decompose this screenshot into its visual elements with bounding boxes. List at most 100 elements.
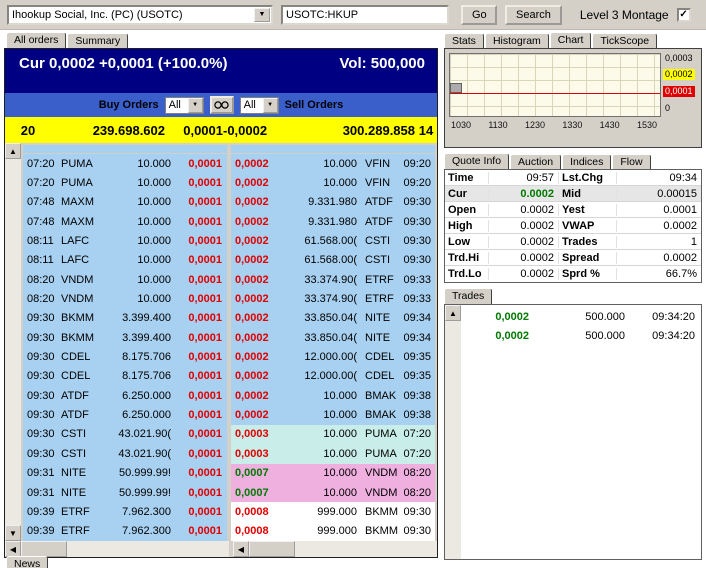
- sell-order[interactable]: 0,0008999.000BKMM09:30: [231, 502, 435, 521]
- tab-chart[interactable]: Chart: [550, 32, 592, 48]
- sell-order[interactable]: 0,00029.331.980ATDF09:30: [231, 193, 435, 212]
- sell-hscrollbar[interactable]: ◀: [233, 541, 437, 557]
- buy-order[interactable]: 09:30ATDF6.250.0000,0001: [23, 405, 227, 424]
- scrollbar-track[interactable]: [445, 321, 461, 559]
- tab-stats[interactable]: Stats: [444, 33, 484, 48]
- trade-row[interactable]: 0,0002500.00009:34:20: [461, 326, 701, 345]
- order-row[interactable]: 09:39ETRF7.962.3000,00010,0008999.000BKM…: [23, 522, 437, 541]
- scroll-left-icon[interactable]: ◀: [5, 541, 21, 557]
- order-row[interactable]: 09:31NITE50.999.99!0,00010,000710.000VND…: [23, 464, 437, 483]
- buy-order[interactable]: 08:11LAFC10.0000,0001: [23, 231, 227, 250]
- sell-order[interactable]: 0,000210.000BMAK09:38: [231, 405, 435, 424]
- scroll-up-icon[interactable]: ▲: [5, 143, 21, 159]
- sell-order[interactable]: 0,000212.000.00(CDEL09:35: [231, 367, 435, 386]
- sell-order[interactable]: 0,000212.000.00(CDEL09:35: [231, 347, 435, 366]
- chevron-down-icon[interactable]: ▼: [254, 8, 270, 22]
- buy-order[interactable]: 09:30CSTI43.021.90(0,0001: [23, 444, 227, 463]
- sell-order[interactable]: 0,000261.568.00(CSTI09:30: [231, 251, 435, 270]
- buy-order[interactable]: 09:30BKMM3.399.4000,0001: [23, 328, 227, 347]
- buy-order[interactable]: 09:30CDEL8.175.7060,0001: [23, 347, 227, 366]
- tab-quote-info[interactable]: Quote Info: [444, 153, 509, 169]
- sell-order[interactable]: 0,0008999.000BKMM09:30: [231, 522, 435, 541]
- buy-order[interactable]: 09:30CSTI43.021.90(0,0001: [23, 425, 227, 444]
- buy-order[interactable]: 09:30BKMM3.399.4000,0001: [23, 309, 227, 328]
- scrollbar-track[interactable]: [295, 541, 437, 557]
- order-row[interactable]: 07:20PUMA10.0000,00010,000210.000VFIN09:…: [23, 154, 437, 173]
- chevron-down-icon[interactable]: ▼: [263, 98, 278, 113]
- buy-order[interactable]: 07:20PUMA10.0000,0001: [23, 154, 227, 173]
- buy-order[interactable]: 09:39ETRF7.962.3000,0001: [23, 522, 227, 541]
- scroll-down-icon[interactable]: ▼: [5, 525, 21, 541]
- buy-order[interactable]: 09:30ATDF6.250.0000,0001: [23, 386, 227, 405]
- buy-order[interactable]: 08:20VNDM10.0000,0001: [23, 270, 227, 289]
- trade-row[interactable]: 0,0002500.00009:34:20: [461, 307, 701, 326]
- order-row[interactable]: 07:48MAXM10.0000,00010,00029.331.980ATDF…: [23, 193, 437, 212]
- buy-order[interactable]: 09:31NITE50.999.99!0,0001: [23, 483, 227, 502]
- scrollbar-track[interactable]: [67, 541, 229, 557]
- buy-order[interactable]: 07:48MAXM10.0000,0001: [23, 193, 227, 212]
- scrollbar-thumb[interactable]: [21, 541, 67, 557]
- scrollbar-track[interactable]: [5, 159, 21, 525]
- chevron-down-icon[interactable]: ▼: [188, 98, 203, 113]
- scroll-left-icon[interactable]: ◀: [233, 541, 249, 557]
- buy-order[interactable]: 09:31NITE50.999.99!0,0001: [23, 464, 227, 483]
- tab-tickscope[interactable]: TickScope: [592, 33, 657, 48]
- tab-auction[interactable]: Auction: [510, 154, 561, 169]
- sell-order[interactable]: 0,000261.568.00(CSTI09:30: [231, 231, 435, 250]
- sell-order[interactable]: 0,000233.374.90(ETRF09:33: [231, 270, 435, 289]
- sell-order[interactable]: 0,000310.000PUMA07:20: [231, 444, 435, 463]
- order-row[interactable]: 09:30ATDF6.250.0000,00010,000210.000BMAK…: [23, 405, 437, 424]
- sell-order[interactable]: 0,000233.850.04(NITE09:34: [231, 328, 435, 347]
- tab-trades[interactable]: Trades: [444, 288, 492, 304]
- tab-indices[interactable]: Indices: [562, 154, 611, 169]
- sell-order[interactable]: 0,000210.000BMAK09:38: [231, 386, 435, 405]
- buy-filter-select[interactable]: All ▼: [165, 97, 204, 114]
- order-row[interactable]: 08:20VNDM10.0000,00010,000233.374.90(ETR…: [23, 270, 437, 289]
- scroll-up-icon[interactable]: ▲: [445, 305, 461, 321]
- buy-order[interactable]: 07:20PUMA10.0000,0001: [23, 173, 227, 192]
- order-row[interactable]: 09:30BKMM3.399.4000,00010,000233.850.04(…: [23, 309, 437, 328]
- order-row[interactable]: 09:30BKMM3.399.4000,00010,000233.850.04(…: [23, 328, 437, 347]
- buy-order[interactable]: 08:11LAFC10.0000,0001: [23, 251, 227, 270]
- scrollbar-thumb[interactable]: [249, 541, 295, 557]
- order-row[interactable]: 09:30CSTI43.021.90(0,00010,000310.000PUM…: [23, 444, 437, 463]
- sell-filter-select[interactable]: All ▼: [240, 97, 279, 114]
- buy-order[interactable]: 08:20VNDM10.0000,0001: [23, 289, 227, 308]
- go-button[interactable]: Go: [461, 5, 497, 25]
- order-row[interactable]: 09:30ATDF6.250.0000,00010,000210.000BMAK…: [23, 386, 437, 405]
- order-row[interactable]: 09:31NITE50.999.99!0,00010,000710.000VND…: [23, 483, 437, 502]
- order-row[interactable]: 07:48MAXM10.0000,00010,00029.331.980ATDF…: [23, 212, 437, 231]
- binoculars-button[interactable]: [210, 96, 234, 114]
- orderbook-vscrollbar[interactable]: ▲ ▼: [5, 143, 21, 541]
- search-button[interactable]: Search: [505, 5, 562, 25]
- tab-news[interactable]: News: [6, 556, 48, 568]
- symbol-input[interactable]: [281, 5, 449, 25]
- level3-montage-checkbox[interactable]: ✓: [677, 8, 691, 22]
- sell-order[interactable]: 0,000310.000PUMA07:20: [231, 425, 435, 444]
- tab-all-orders[interactable]: All orders: [6, 32, 66, 48]
- order-row[interactable]: 08:11LAFC10.0000,00010,000261.568.00(CST…: [23, 251, 437, 270]
- sell-order[interactable]: 0,000233.850.04(NITE09:34: [231, 309, 435, 328]
- sell-order[interactable]: 0,000710.000VNDM08:20: [231, 464, 435, 483]
- trades-vscrollbar[interactable]: ▲: [445, 305, 461, 559]
- buy-order[interactable]: 07:48MAXM10.0000,0001: [23, 212, 227, 231]
- order-row[interactable]: 09:30CDEL8.175.7060,00010,000212.000.00(…: [23, 347, 437, 366]
- order-row[interactable]: 08:20VNDM10.0000,00010,000233.374.90(ETR…: [23, 289, 437, 308]
- buy-order[interactable]: 09:39ETRF7.962.3000,0001: [23, 502, 227, 521]
- order-row[interactable]: 08:11LAFC10.0000,00010,000261.568.00(CST…: [23, 231, 437, 250]
- sell-order[interactable]: 0,000233.374.90(ETRF09:33: [231, 289, 435, 308]
- order-row[interactable]: 09:39ETRF7.962.3000,00010,0008999.000BKM…: [23, 502, 437, 521]
- tab-flow[interactable]: Flow: [612, 154, 650, 169]
- sell-order[interactable]: 0,000710.000VNDM08:20: [231, 483, 435, 502]
- sell-order[interactable]: 0,000210.000VFIN09:20: [231, 173, 435, 192]
- tab-summary[interactable]: Summary: [67, 33, 128, 48]
- sell-order[interactable]: 0,000210.000VFIN09:20: [231, 154, 435, 173]
- sell-order[interactable]: 0,00029.331.980ATDF09:30: [231, 212, 435, 231]
- order-row[interactable]: 09:30CDEL8.175.7060,00010,000212.000.00(…: [23, 367, 437, 386]
- buy-order[interactable]: 09:30CDEL8.175.7060,0001: [23, 367, 227, 386]
- buy-hscrollbar[interactable]: ◀: [5, 541, 229, 557]
- symbol-select[interactable]: Ihookup Social, Inc. (PC) (USOTC) ▼: [7, 5, 273, 25]
- tab-histogram[interactable]: Histogram: [485, 33, 549, 48]
- order-row[interactable]: 09:30CSTI43.021.90(0,00010,000310.000PUM…: [23, 425, 437, 444]
- order-row[interactable]: 07:20PUMA10.0000,00010,000210.000VFIN09:…: [23, 173, 437, 192]
